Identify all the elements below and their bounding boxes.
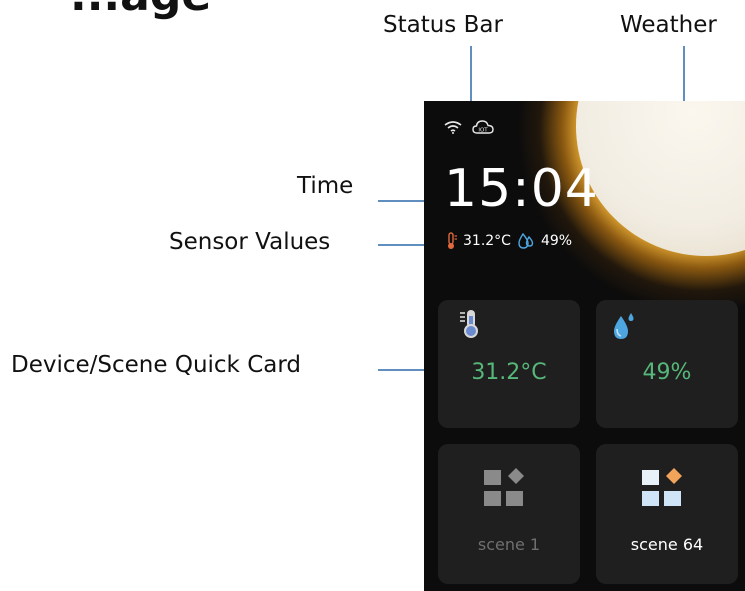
temperature-value: 31.2°C: [463, 233, 511, 249]
scene-64-label: scene 64: [630, 535, 704, 554]
scene-grid-icon-active: [641, 467, 691, 511]
scene-64-card[interactable]: scene 64: [596, 444, 738, 584]
device-screen: IOT 15:04 31.2°C 49% 31.2°C 49% scene 1 …: [424, 101, 745, 591]
temperature-card-value: 31.2°C: [471, 360, 547, 385]
callout-status-bar: Status Bar: [383, 12, 503, 38]
scene-1-card[interactable]: scene 1: [438, 444, 580, 584]
humidity-icon: [516, 232, 536, 250]
callout-sensor-values: Sensor Values: [169, 229, 331, 255]
status-bar: IOT: [444, 119, 494, 135]
iot-text: IOT: [478, 127, 488, 133]
thermometer-small-icon: [446, 232, 458, 250]
humidity-value: 49%: [540, 233, 573, 249]
scene-1-label: scene 1: [477, 535, 541, 554]
wifi-icon: [444, 120, 462, 134]
iot-cloud-icon: IOT: [472, 119, 494, 135]
callout-quick-card: Device/Scene Quick Card: [11, 352, 301, 378]
temperature-card[interactable]: 31.2°C: [438, 300, 580, 428]
page-heading-partial: ...age: [70, 0, 211, 21]
sensor-values: 31.2°C 49%: [446, 232, 572, 250]
droplet-icon: [611, 312, 637, 342]
callout-time: Time: [297, 173, 354, 199]
thermometer-icon: [458, 308, 482, 338]
humidity-card-value: 49%: [642, 360, 692, 385]
humidity-card[interactable]: 49%: [596, 300, 738, 428]
clock-time: 15:04: [444, 159, 599, 219]
callout-weather: Weather: [620, 12, 717, 38]
scene-grid-icon: [483, 467, 533, 511]
